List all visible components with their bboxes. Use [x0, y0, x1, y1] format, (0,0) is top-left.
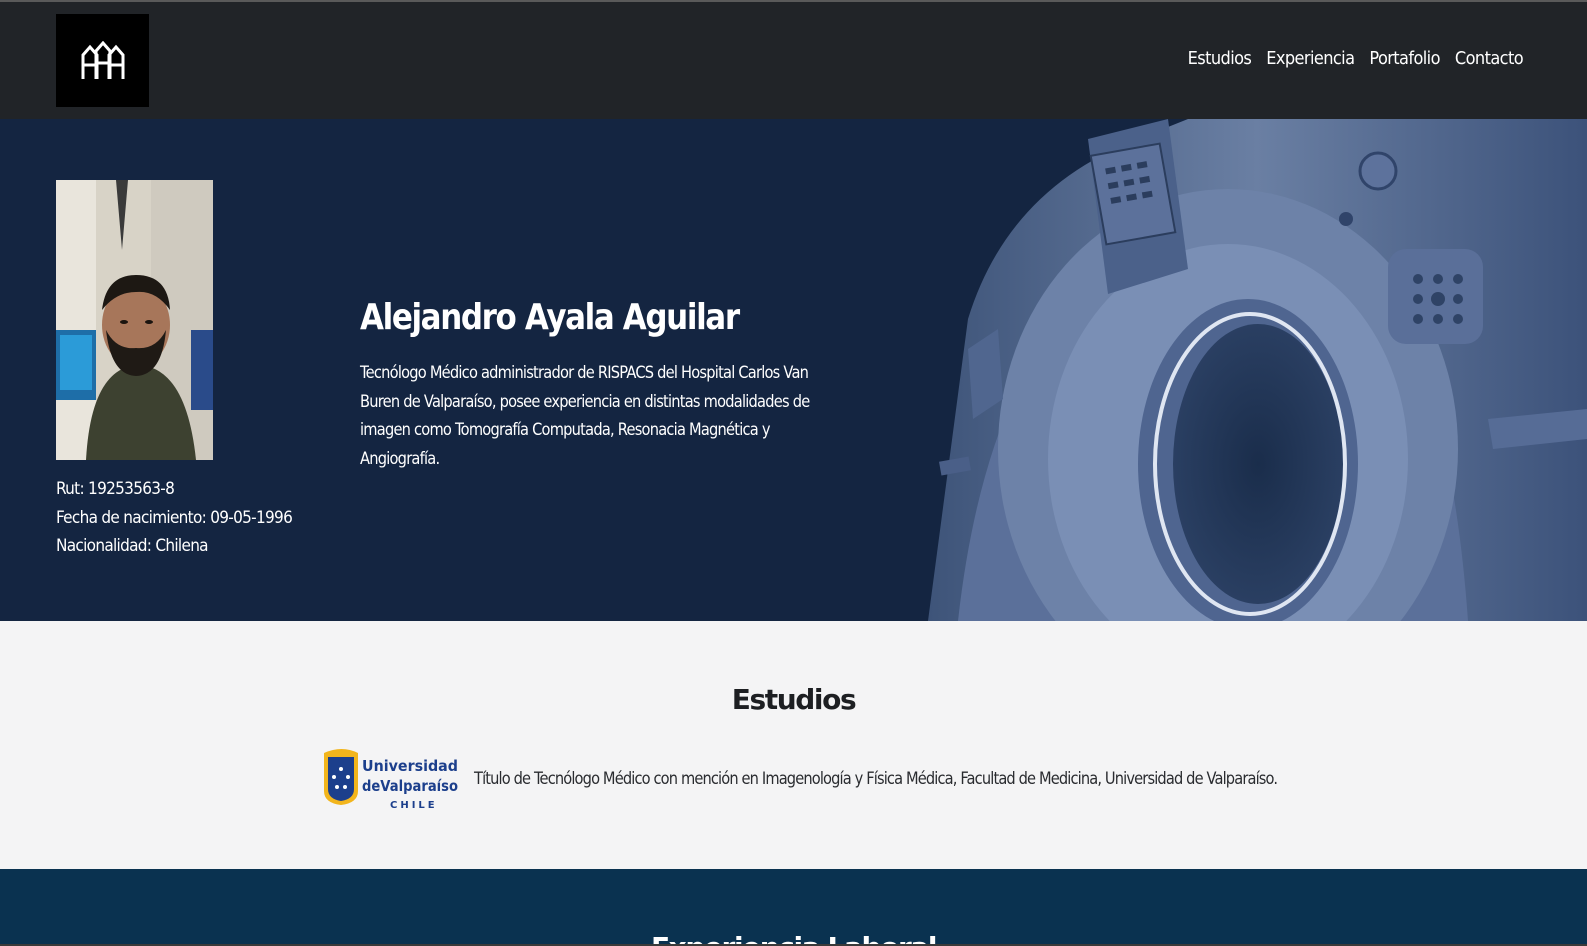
personal-info: Rut: 19253563-8 Fecha de nacimiento: 09-…: [56, 475, 293, 561]
estudios-section: Estudios Universidad deValparaíso CHILE …: [0, 621, 1587, 869]
profile-photo: [56, 180, 213, 460]
university-crest-icon: Universidad deValparaíso CHILE: [324, 749, 458, 811]
rut-text: Rut: 19253563-8: [56, 479, 175, 499]
birth-date-text: Fecha de nacimiento: 09-05-1996: [56, 507, 293, 528]
university-logo: Universidad deValparaíso CHILE: [322, 747, 462, 811]
hero-name: Alejandro Ayala Aguilar: [360, 297, 740, 338]
university-logo-line1: Universidad: [362, 757, 458, 775]
site-logo[interactable]: [56, 14, 149, 107]
nav-link-estudios[interactable]: Estudios: [1188, 48, 1252, 69]
main-nav: Estudios Experiencia Portafolio Contacto: [1188, 48, 1524, 69]
nationality-text: Nacionalidad: Chilena: [56, 536, 209, 556]
aaa-logo-icon: [81, 40, 124, 79]
study-description: Título de Tecnólogo Médico con mención e…: [474, 769, 1278, 789]
ct-scanner-image: [928, 119, 1587, 621]
estudios-title: Estudios: [731, 683, 857, 716]
experiencia-section: Experiencia Laboral: [0, 869, 1587, 946]
hero-description: Tecnólogo Médico administrador de RISPAC…: [360, 363, 810, 469]
study-item: Universidad deValparaíso CHILE Título de…: [322, 747, 1408, 811]
hero-section: Rut: 19253563-8 Fecha de nacimiento: 09-…: [0, 119, 1587, 621]
university-logo-line3: CHILE: [390, 800, 438, 811]
person-avatar-icon: [56, 180, 213, 460]
navbar: Estudios Experiencia Portafolio Contacto: [0, 2, 1587, 119]
university-logo-line2: deValparaíso: [362, 777, 458, 795]
nav-link-experiencia[interactable]: Experiencia: [1266, 48, 1355, 69]
nav-link-contacto[interactable]: Contacto: [1455, 48, 1524, 69]
nav-link-portafolio[interactable]: Portafolio: [1369, 48, 1440, 69]
